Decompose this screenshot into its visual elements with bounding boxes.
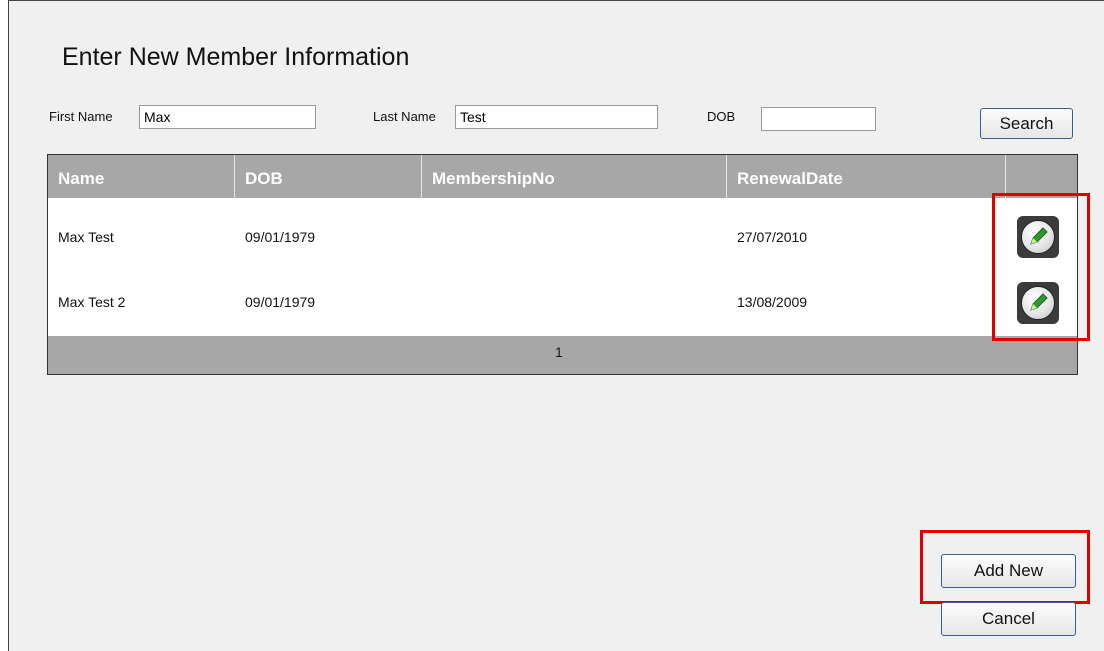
cell-membership-no: [422, 203, 432, 271]
column-header-membership-no[interactable]: MembershipNo: [422, 155, 727, 198]
edit-button[interactable]: [1017, 282, 1059, 324]
first-name-label: First Name: [49, 109, 113, 124]
cell-renewal-date: 27/07/2010: [737, 229, 808, 245]
dob-label: DOB: [707, 109, 736, 124]
table-row: Max Test 09/01/1979 27/07/2010: [48, 203, 1077, 271]
column-header-actions: [1006, 155, 1078, 198]
grid-header: Name DOB MembershipNo RenewalDate: [48, 155, 1077, 198]
edit-pencil-icon: [1021, 286, 1055, 320]
cancel-button[interactable]: Cancel: [941, 602, 1076, 636]
cell-renewal-date: 13/08/2009: [737, 294, 808, 310]
members-grid: Name DOB MembershipNo RenewalDate Max Te…: [47, 154, 1078, 375]
cell-name: Max Test: [58, 229, 114, 245]
edit-pencil-icon: [1021, 220, 1055, 254]
edit-button[interactable]: [1017, 216, 1059, 258]
first-name-field[interactable]: [139, 105, 316, 129]
search-button[interactable]: Search: [980, 108, 1073, 139]
column-header-dob[interactable]: DOB: [235, 155, 422, 198]
pager-page-1[interactable]: 1: [555, 344, 563, 360]
grid-pager: 1: [48, 336, 1077, 374]
column-header-renewal-date[interactable]: RenewalDate: [727, 155, 1006, 198]
dob-field[interactable]: [761, 107, 876, 131]
page-title: Enter New Member Information: [62, 43, 410, 71]
cell-name: Max Test 2: [58, 294, 126, 310]
column-header-name[interactable]: Name: [48, 155, 235, 198]
cell-dob: 09/01/1979: [245, 229, 316, 245]
cell-membership-no: [422, 268, 432, 336]
add-new-button[interactable]: Add New: [941, 554, 1076, 588]
table-row: Max Test 2 09/01/1979 13/08/2009: [48, 268, 1077, 336]
last-name-field[interactable]: [455, 105, 658, 129]
last-name-label: Last Name: [373, 109, 436, 124]
cell-dob: 09/01/1979: [245, 294, 316, 310]
